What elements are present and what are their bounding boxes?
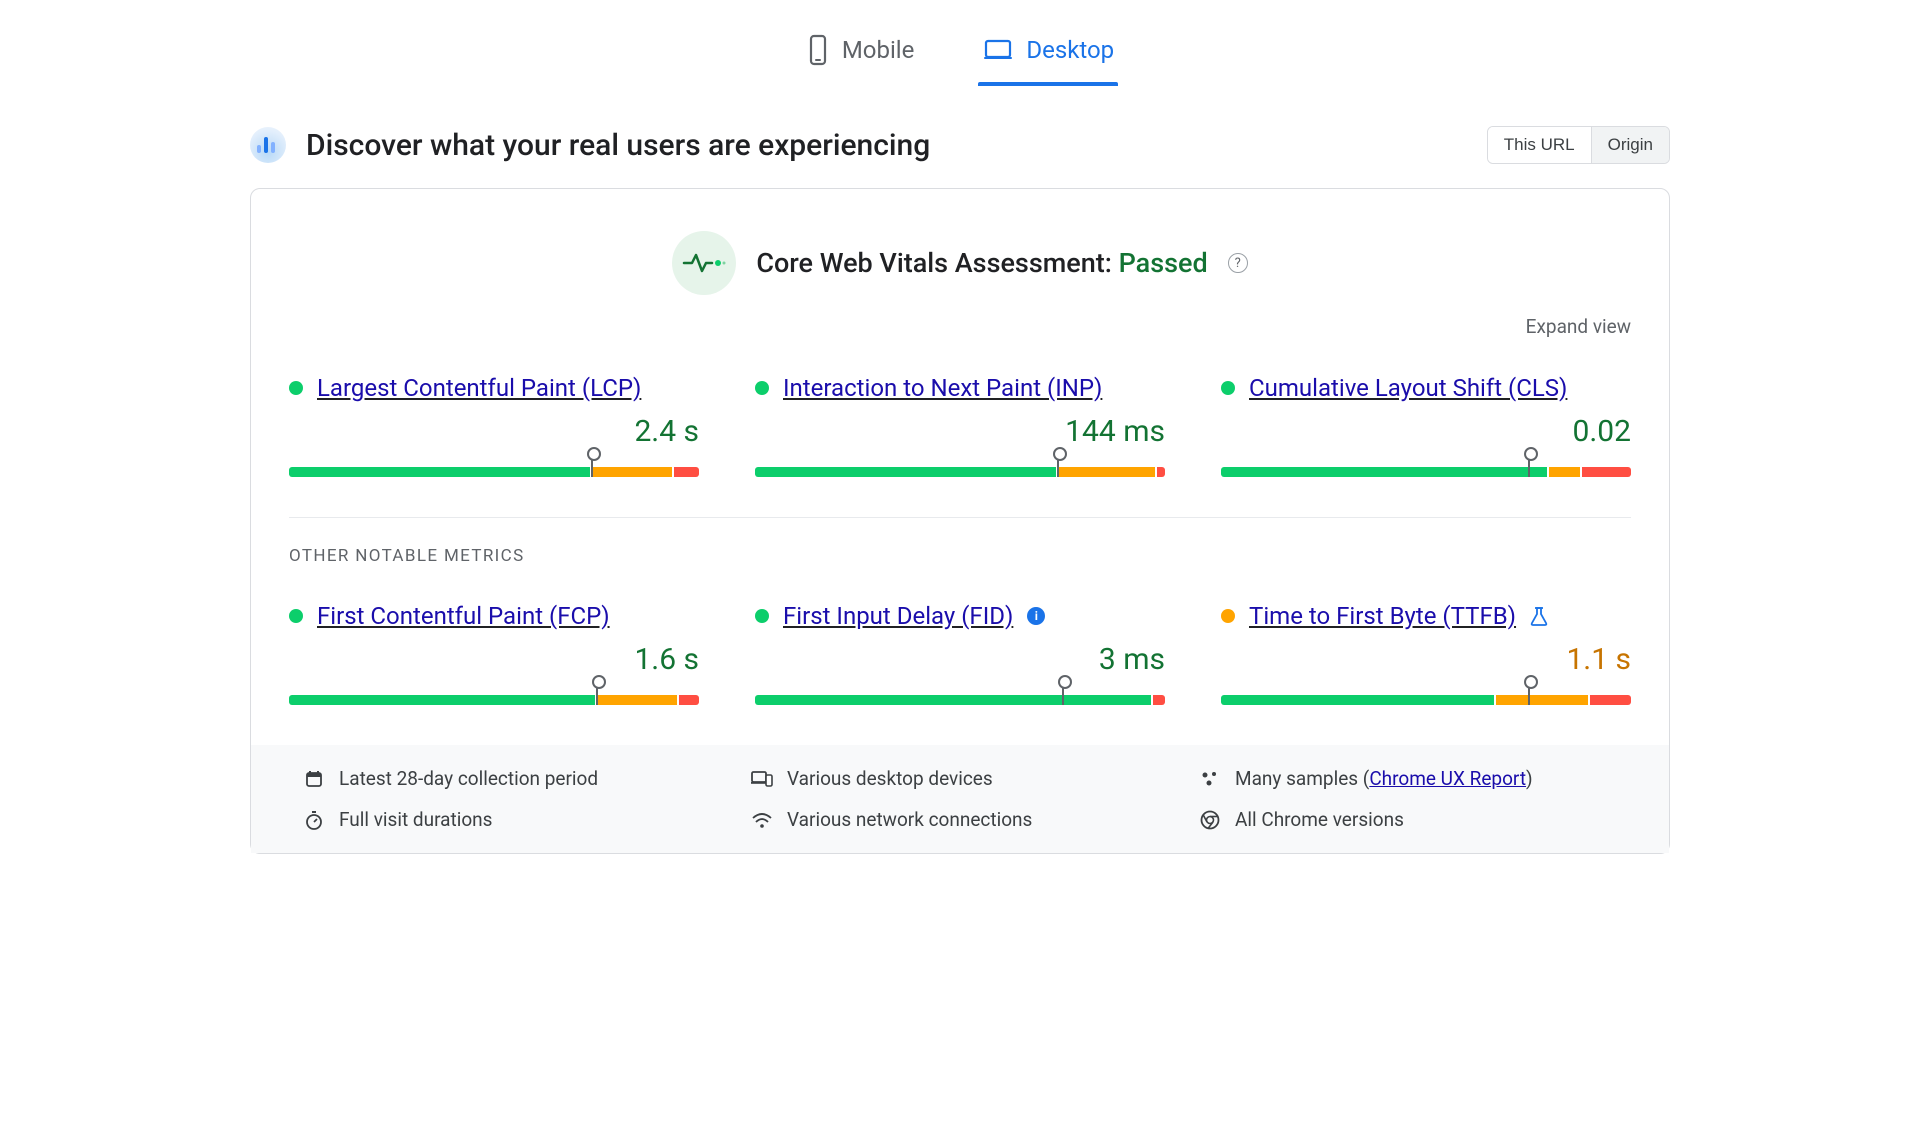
assessment-label: Core Web Vitals Assessment: xyxy=(756,247,1118,279)
status-dot xyxy=(289,609,303,623)
status-dot xyxy=(755,609,769,623)
toggle-this-url[interactable]: This URL xyxy=(1488,127,1591,163)
metric-value: 1.6 s xyxy=(289,642,699,677)
metric-name-link[interactable]: Interaction to Next Paint (INP) xyxy=(783,374,1102,402)
page-title: Discover what your real users are experi… xyxy=(306,128,930,163)
metric-name-link[interactable]: First Input Delay (FID) xyxy=(783,602,1013,630)
pulse-icon xyxy=(672,231,736,295)
metric-other-1: First Input Delay (FID) i 3 ms xyxy=(755,602,1165,705)
metric-value: 144 ms xyxy=(755,414,1165,449)
assessment-row: Core Web Vitals Assessment: Passed ? xyxy=(289,231,1631,295)
desktop-icon xyxy=(982,37,1014,63)
chart-icon xyxy=(250,127,286,163)
status-dot xyxy=(1221,381,1235,395)
tab-desktop[interactable]: Desktop xyxy=(978,24,1118,84)
toggle-origin[interactable]: Origin xyxy=(1591,127,1669,163)
distribution-bar xyxy=(755,467,1165,477)
percentile-marker xyxy=(1528,681,1530,705)
expand-view-link[interactable]: Expand view xyxy=(289,315,1631,338)
flask-icon xyxy=(1530,606,1548,626)
status-dot xyxy=(289,381,303,395)
section-divider xyxy=(289,517,1631,518)
chrome-icon xyxy=(1199,809,1221,831)
percentile-marker xyxy=(591,453,593,477)
metric-value: 2.4 s xyxy=(289,414,699,449)
scope-toggle: This URL Origin xyxy=(1487,126,1670,164)
info-samples: Many samples (Chrome UX Report) xyxy=(1199,767,1617,790)
info-samples-text: Many samples (Chrome UX Report) xyxy=(1235,767,1533,790)
info-footer: Latest 28-day collection period Various … xyxy=(251,745,1669,853)
percentile-marker xyxy=(1062,681,1064,705)
distribution-bar xyxy=(755,695,1165,705)
info-network-text: Various network connections xyxy=(787,808,1032,831)
tab-desktop-label: Desktop xyxy=(1026,36,1114,64)
distribution-bar xyxy=(289,695,699,705)
info-network: Various network connections xyxy=(751,808,1169,831)
distribution-bar xyxy=(289,467,699,477)
info-icon[interactable]: i xyxy=(1027,607,1045,625)
distribution-bar xyxy=(1221,695,1631,705)
metric-other-2: Time to First Byte (TTFB) 1.1 s xyxy=(1221,602,1631,705)
metric-name-link[interactable]: First Contentful Paint (FCP) xyxy=(317,602,610,630)
metric-name-link[interactable]: Cumulative Layout Shift (CLS) xyxy=(1249,374,1567,402)
devices-icon xyxy=(751,768,773,790)
percentile-marker xyxy=(1057,453,1059,477)
field-data-card: Core Web Vitals Assessment: Passed ? Exp… xyxy=(250,188,1670,854)
metric-value: 3 ms xyxy=(755,642,1165,677)
status-dot xyxy=(755,381,769,395)
metric-core-0: Largest Contentful Paint (LCP) 2.4 s xyxy=(289,374,699,477)
metric-core-1: Interaction to Next Paint (INP) 144 ms xyxy=(755,374,1165,477)
info-period-text: Latest 28-day collection period xyxy=(339,767,598,790)
other-metrics-label: OTHER NOTABLE METRICS xyxy=(289,546,1631,566)
stopwatch-icon xyxy=(303,809,325,831)
distribution-bar xyxy=(1221,467,1631,477)
tab-mobile[interactable]: Mobile xyxy=(802,24,919,84)
info-durations: Full visit durations xyxy=(303,808,721,831)
calendar-icon xyxy=(303,768,325,790)
metric-other-0: First Contentful Paint (FCP) 1.6 s xyxy=(289,602,699,705)
core-metrics-grid: Largest Contentful Paint (LCP) 2.4 s Inter… xyxy=(289,374,1631,477)
info-chrome: All Chrome versions xyxy=(1199,808,1617,831)
info-chrome-text: All Chrome versions xyxy=(1235,808,1404,831)
other-metrics-grid: First Contentful Paint (FCP) 1.6 s First I… xyxy=(289,602,1631,705)
wifi-icon xyxy=(751,809,773,831)
info-period: Latest 28-day collection period xyxy=(303,767,721,790)
help-icon[interactable]: ? xyxy=(1228,253,1248,273)
header-row: Discover what your real users are experi… xyxy=(250,126,1670,164)
tab-mobile-label: Mobile xyxy=(842,36,915,64)
metric-name-link[interactable]: Largest Contentful Paint (LCP) xyxy=(317,374,641,402)
percentile-marker xyxy=(1528,453,1530,477)
info-devices: Various desktop devices xyxy=(751,767,1169,790)
metric-core-2: Cumulative Layout Shift (CLS) 0.02 xyxy=(1221,374,1631,477)
metric-name-link[interactable]: Time to First Byte (TTFB) xyxy=(1249,602,1516,630)
mobile-icon xyxy=(806,34,830,66)
metric-value: 0.02 xyxy=(1221,414,1631,449)
status-dot xyxy=(1221,609,1235,623)
scatter-icon xyxy=(1199,768,1221,790)
percentile-marker xyxy=(596,681,598,705)
assessment-text: Core Web Vitals Assessment: Passed xyxy=(756,247,1207,279)
chrome-ux-report-link[interactable]: Chrome UX Report xyxy=(1369,767,1526,790)
metric-value: 1.1 s xyxy=(1221,642,1631,677)
info-durations-text: Full visit durations xyxy=(339,808,492,831)
assessment-status: Passed xyxy=(1119,247,1208,279)
device-tabs: Mobile Desktop xyxy=(250,10,1670,84)
info-devices-text: Various desktop devices xyxy=(787,767,993,790)
